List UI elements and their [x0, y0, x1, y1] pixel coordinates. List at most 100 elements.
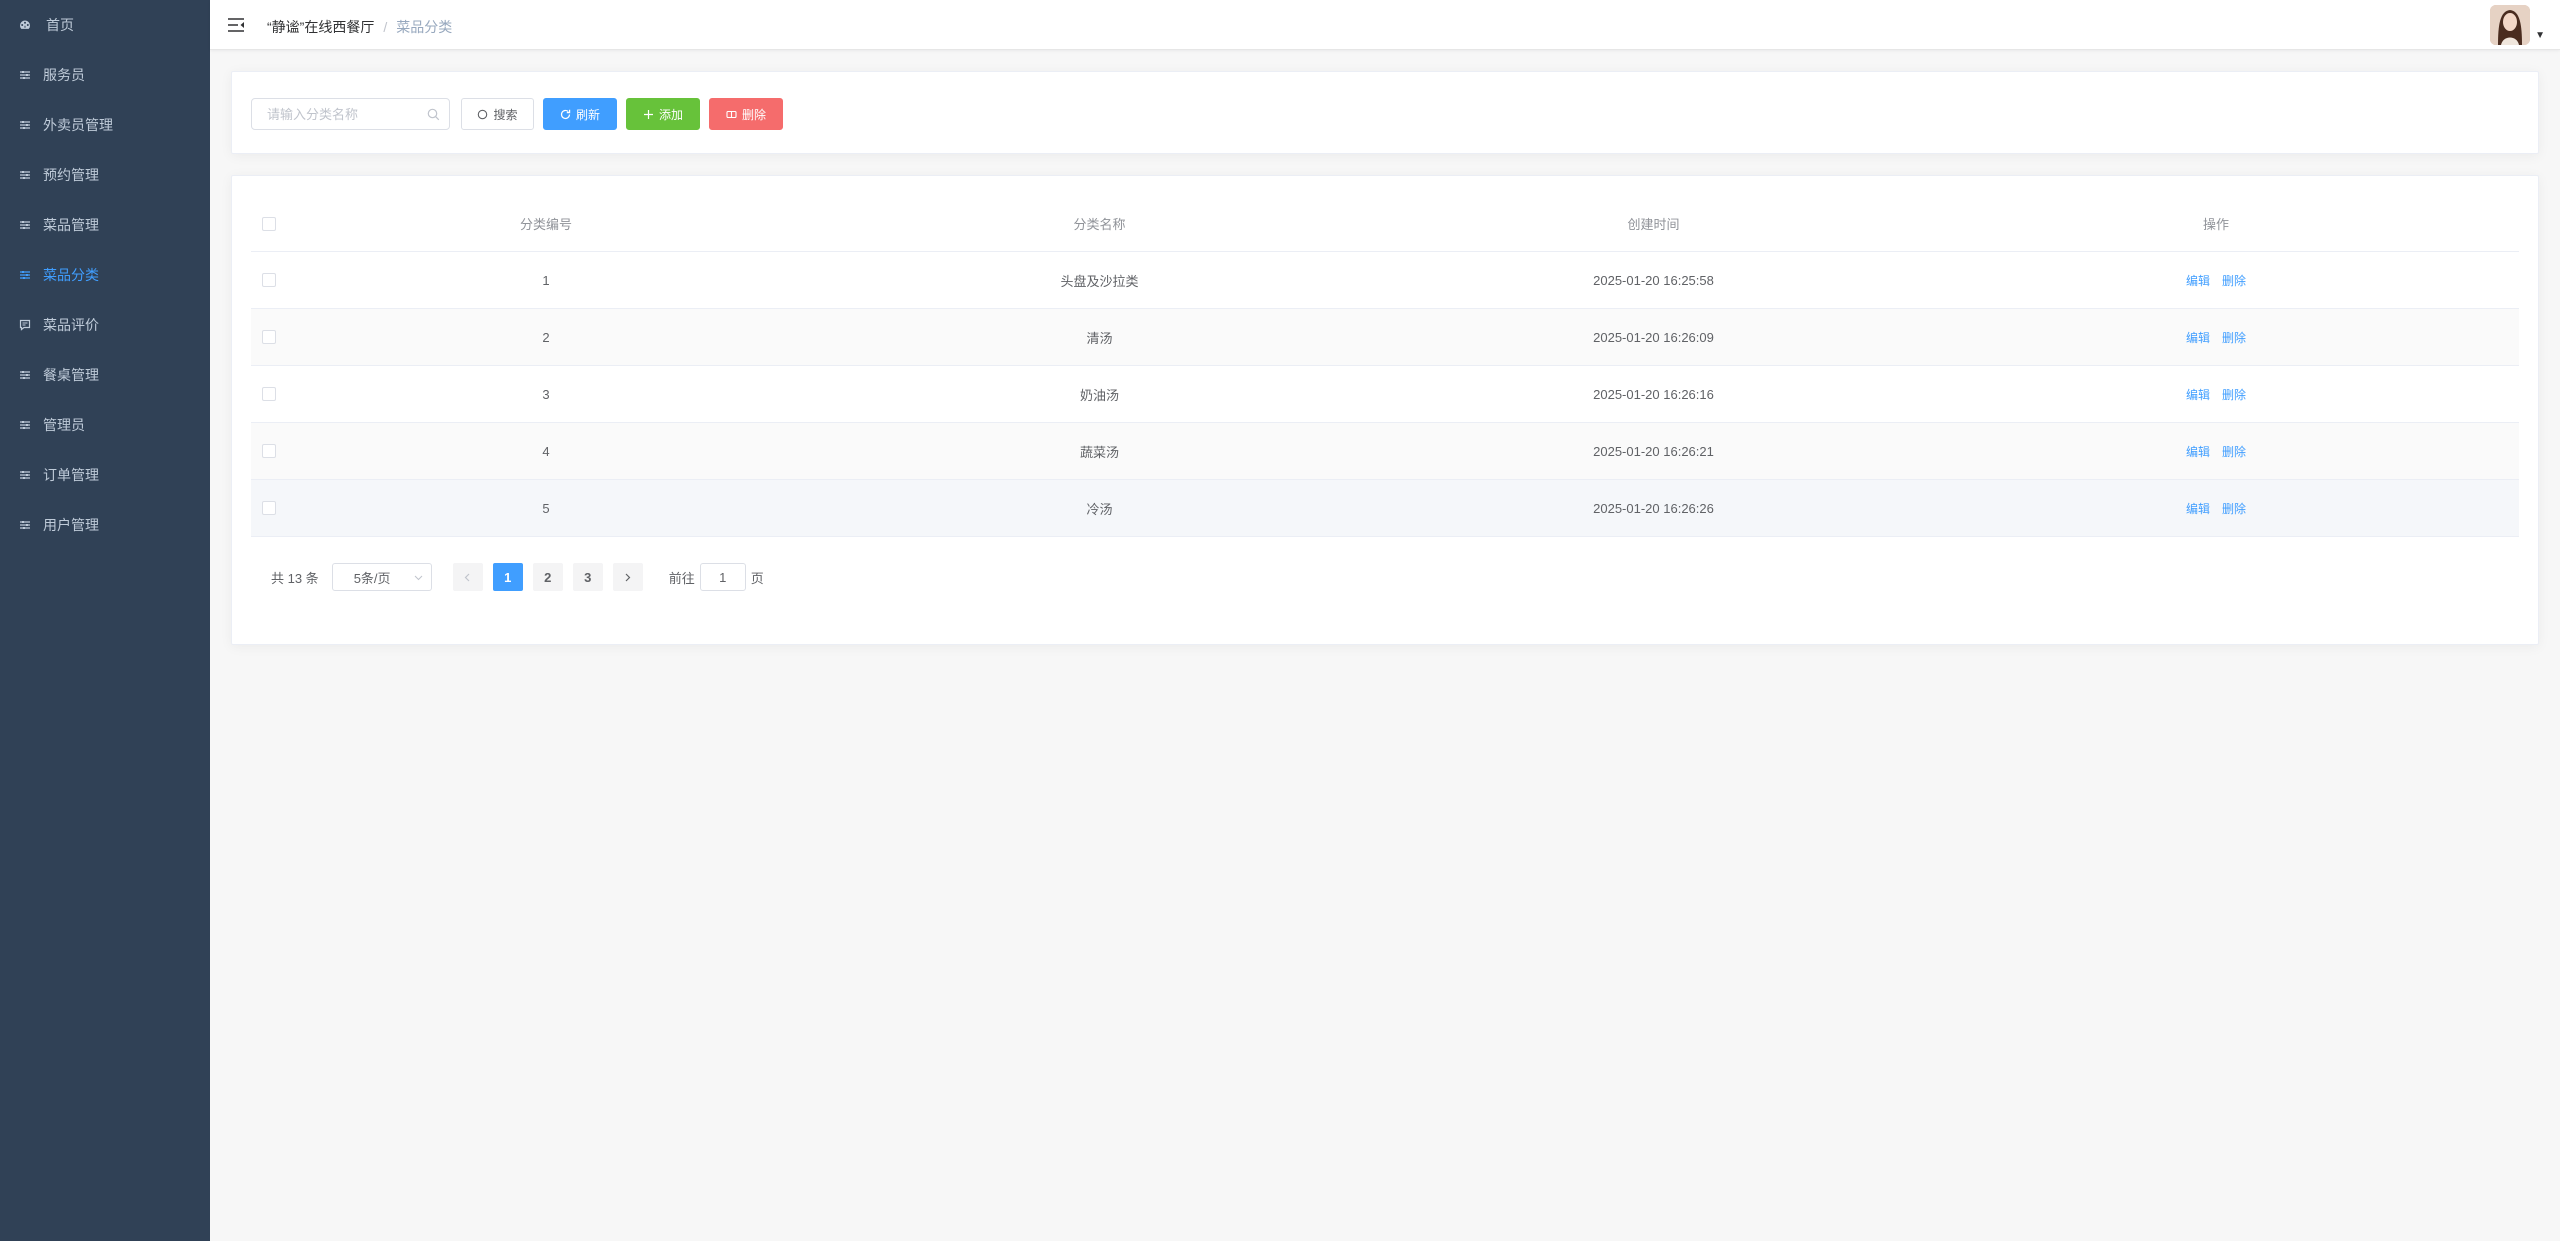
plus-icon	[643, 109, 653, 119]
row-checkbox-cell	[251, 330, 287, 344]
batch-delete-button[interactable]: 删除	[709, 98, 783, 130]
category-name-cell: 头盘及沙拉类	[1060, 273, 1139, 289]
category-search-field	[251, 98, 450, 130]
page-jumper: 前往 页	[669, 563, 764, 591]
search-icon	[427, 108, 440, 121]
actions-cell: 编辑 删除	[1913, 329, 2519, 346]
select-all-checkbox[interactable]	[262, 216, 276, 231]
top-navbar: “静谧”在线西餐厅 / 菜品分类 ▼	[210, 0, 2560, 50]
edit-link[interactable]: 编辑	[2186, 500, 2210, 517]
table-row: 2 清汤 2025-01-20 16:26:09 编辑 删除	[251, 309, 2519, 366]
edit-link[interactable]: 编辑	[2186, 386, 2210, 403]
page-size-select[interactable]: 5条/页	[331, 563, 432, 591]
delete-link[interactable]: 删除	[2222, 500, 2246, 517]
sidebar-item-label: 服务员	[43, 67, 85, 83]
refresh-button-label: 刷新	[575, 107, 600, 122]
actions-cell: 编辑 删除	[1913, 443, 2519, 460]
column-header[interactable]: 创建时间	[1394, 214, 1913, 233]
sliders-icon	[18, 68, 32, 82]
goto-page-input[interactable]	[699, 563, 746, 591]
delete-link[interactable]: 删除	[2222, 443, 2246, 460]
add-button-label: 添加	[658, 107, 683, 122]
page-number-button[interactable]: 3	[572, 563, 603, 591]
category-name-cell: 奶油汤	[1079, 387, 1119, 403]
sidebar-item-label: 菜品管理	[43, 217, 99, 233]
row-checkbox[interactable]	[262, 444, 276, 458]
delete-icon	[726, 110, 737, 118]
category-name-cell: 清汤	[1086, 330, 1113, 346]
sliders-icon	[18, 418, 32, 432]
created-time-cell: 2025-01-20 16:25:58	[1593, 272, 1714, 288]
sidebar-item-home[interactable]: 首页	[0, 0, 210, 50]
sidebar-item-label: 餐桌管理	[43, 367, 99, 383]
prev-page-button[interactable]	[452, 563, 483, 591]
sidebar-item-label: 外卖员管理	[43, 117, 113, 133]
search-button[interactable]: 搜索	[461, 98, 534, 130]
row-checkbox[interactable]	[262, 330, 276, 344]
sidebar-item-reservation[interactable]: 预约管理	[0, 150, 210, 200]
next-page-button[interactable]	[612, 563, 643, 591]
category-table-card: 分类编号 分类名称 创建时间 操作 1 头盘及沙拉类 2025-01-20 16…	[231, 175, 2539, 645]
chevron-right-icon	[625, 573, 631, 581]
sliders-icon	[18, 118, 32, 132]
edit-link[interactable]: 编辑	[2186, 329, 2210, 346]
caret-down-icon[interactable]: ▼	[2535, 30, 2545, 41]
sidebar-item-orders[interactable]: 订单管理	[0, 450, 210, 500]
row-checkbox[interactable]	[262, 387, 276, 401]
category-name-cell: 蔬菜汤	[1079, 444, 1119, 460]
search-toolbar: 搜索 刷新 添加 删除	[231, 71, 2539, 154]
refresh-icon	[560, 109, 571, 119]
sidebar-item-dish-category[interactable]: 菜品分类	[0, 250, 210, 300]
sidebar-item-label: 菜品评价	[43, 317, 99, 333]
sidebar-item-admin[interactable]: 管理员	[0, 400, 210, 450]
pagination-total: 共 13 条	[271, 570, 319, 586]
created-time-cell: 2025-01-20 16:26:09	[1593, 329, 1714, 345]
sidebar-item-dish-review[interactable]: 菜品评价	[0, 300, 210, 350]
select-all-cell	[251, 216, 287, 231]
row-checkbox[interactable]	[262, 501, 276, 515]
delete-link[interactable]: 删除	[2222, 386, 2246, 403]
category-id-cell: 4	[542, 443, 550, 459]
category-name-cell: 冷汤	[1086, 501, 1113, 517]
table-header-row: 分类编号 分类名称 创建时间 操作	[251, 196, 2519, 252]
delete-link[interactable]: 删除	[2222, 329, 2246, 346]
sidebar-item-label: 菜品分类	[43, 267, 99, 283]
table-row: 3 奶油汤 2025-01-20 16:26:16 编辑 删除	[251, 366, 2519, 423]
sliders-icon	[18, 518, 32, 532]
add-button[interactable]: 添加	[626, 98, 700, 130]
avatar[interactable]	[2490, 5, 2530, 45]
sliders-icon	[18, 368, 32, 382]
breadcrumb-home[interactable]: “静谧”在线西餐厅	[267, 17, 374, 37]
page-number-button[interactable]: 2	[532, 563, 563, 591]
sidebar-item-users[interactable]: 用户管理	[0, 500, 210, 550]
hamburger-icon[interactable]	[227, 16, 245, 34]
chevron-down-icon	[414, 575, 423, 581]
created-time-cell: 2025-01-20 16:26:26	[1593, 500, 1714, 516]
page-size-value: 5条/页	[353, 570, 391, 586]
sidebar-item-tables[interactable]: 餐桌管理	[0, 350, 210, 400]
category-id-cell: 2	[542, 329, 550, 345]
table-body: 1 头盘及沙拉类 2025-01-20 16:25:58 编辑 删除 2 清汤 …	[251, 252, 2519, 537]
table-row: 4 蔬菜汤 2025-01-20 16:26:21 编辑 删除	[251, 423, 2519, 480]
sidebar-item-label: 预约管理	[43, 167, 99, 183]
delete-link[interactable]: 删除	[2222, 272, 2246, 289]
page-number-button[interactable]: 1	[492, 563, 523, 591]
edit-link[interactable]: 编辑	[2186, 272, 2210, 289]
row-checkbox[interactable]	[262, 273, 276, 287]
category-table: 分类编号 分类名称 创建时间 操作 1 头盘及沙拉类 2025-01-20 16…	[251, 196, 2519, 537]
sliders-icon	[18, 468, 32, 482]
category-search-input[interactable]	[252, 99, 449, 129]
edit-link[interactable]: 编辑	[2186, 443, 2210, 460]
sidebar-item-label: 用户管理	[43, 517, 99, 533]
actions-cell: 编辑 删除	[1913, 272, 2519, 289]
column-header[interactable]: 分类编号	[287, 214, 805, 233]
row-checkbox-cell	[251, 387, 287, 401]
pagination: 共 13 条 5条/页 1 2 3 前往 页	[271, 563, 764, 591]
row-checkbox-cell	[251, 444, 287, 458]
refresh-button[interactable]: 刷新	[543, 98, 617, 130]
sidebar-item-waiter[interactable]: 服务员	[0, 50, 210, 100]
sidebar-item-dishes[interactable]: 菜品管理	[0, 200, 210, 250]
sidebar-item-courier[interactable]: 外卖员管理	[0, 100, 210, 150]
column-header[interactable]: 分类名称	[805, 214, 1394, 233]
search-icon	[478, 109, 488, 119]
